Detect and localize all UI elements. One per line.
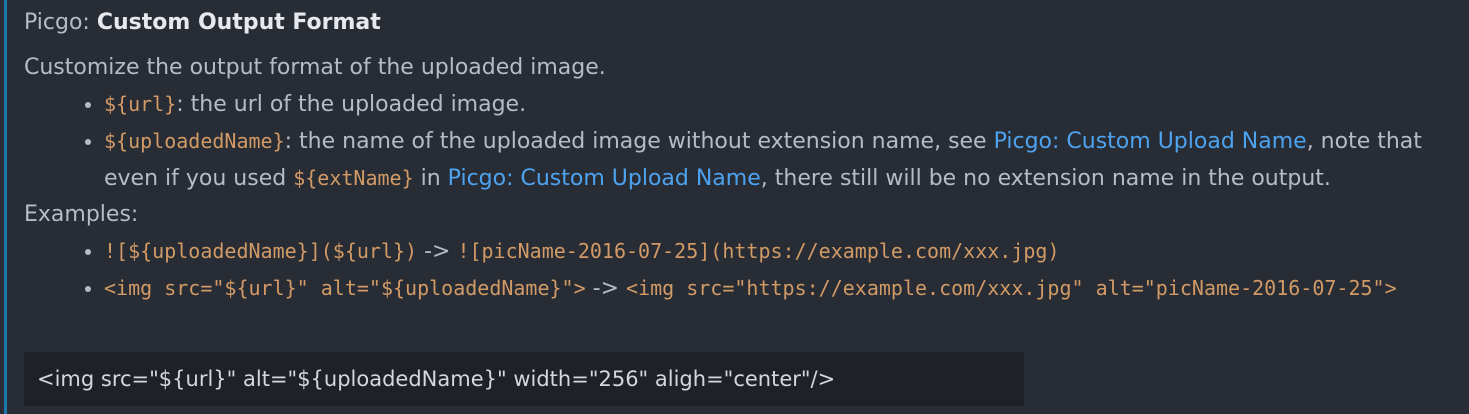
- list-item-example-markdown: ![${uploadedName}](${url}) -> ![picName-…: [104, 233, 1464, 270]
- examples-label: Examples:: [24, 202, 139, 227]
- example-to-markdown: ![picName-2016-07-25](https://example.co…: [457, 239, 1060, 263]
- examples-list: ![${uploadedName}](${url}) -> ![picName-…: [24, 233, 1464, 307]
- setting-title: Picgo: Custom Output Format: [24, 8, 381, 38]
- list-item-uploadedname-variable: ${uploadedName}: the name of the uploade…: [104, 123, 1464, 197]
- list-item-url-variable: ${url}: the url of the uploaded image.: [104, 86, 1464, 123]
- focus-indicator-bar: [4, 0, 7, 414]
- code-uploadedname: ${uploadedName}: [104, 129, 285, 153]
- link-custom-upload-name[interactable]: Picgo: Custom Upload Name: [994, 129, 1307, 154]
- setting-label: Custom Output Format: [96, 10, 381, 35]
- description-intro: Customize the output format of the uploa…: [24, 55, 606, 80]
- code-extname: ${extName}: [293, 166, 414, 190]
- variables-list: ${url}: the url of the uploaded image. $…: [24, 86, 1464, 197]
- url-variable-text: : the url of the uploaded image.: [176, 92, 527, 117]
- list-item-example-img: <img src="${url}" alt="${uploadedName}">…: [104, 270, 1464, 307]
- example-from-markdown: ![${uploadedName}](${url}): [104, 239, 418, 263]
- link-custom-upload-name-2[interactable]: Picgo: Custom Upload Name: [448, 166, 761, 191]
- setting-description: Customize the output format of the uploa…: [24, 50, 1464, 307]
- uploadedname-text-c: in: [413, 166, 448, 191]
- example-arrow: ->: [417, 239, 458, 264]
- example-arrow: ->: [585, 276, 626, 301]
- example-to-img: <img src="https://example.com/xxx.jpg" a…: [626, 276, 1397, 300]
- code-url: ${url}: [104, 92, 177, 116]
- uploadedname-text-d: , there still will be no extension name …: [760, 166, 1331, 191]
- setting-item-custom-output-format: Picgo: Custom Output Format Customize th…: [0, 0, 1469, 414]
- uploadedname-text-a: : the name of the uploaded image without…: [284, 129, 994, 154]
- output-format-input[interactable]: <img src="${url}" alt="${uploadedName}" …: [24, 352, 1024, 406]
- setting-category: Picgo:: [24, 10, 97, 35]
- example-from-img: <img src="${url}" alt="${uploadedName}">: [104, 276, 586, 300]
